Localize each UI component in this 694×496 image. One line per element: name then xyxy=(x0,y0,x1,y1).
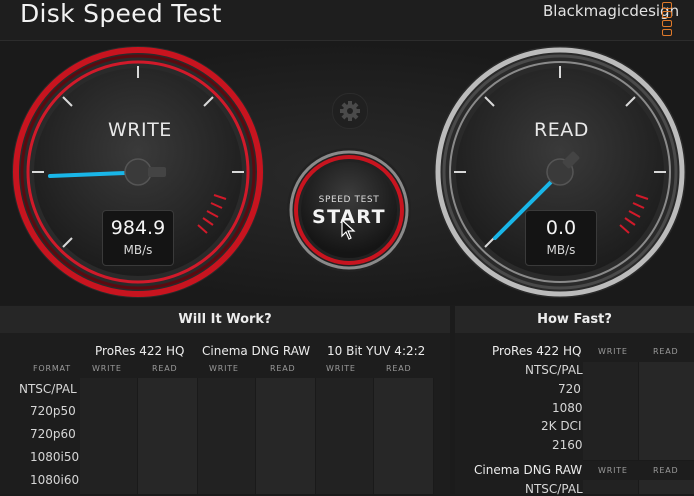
will-it-work-title: Will It Work? xyxy=(0,306,450,333)
start-button[interactable]: SPEED TEST START xyxy=(294,155,404,265)
how-fast-row-label: NTSC/PAL xyxy=(525,363,583,377)
write-gauge-label: WRITE xyxy=(108,119,172,141)
result-cell xyxy=(374,378,434,495)
format-row-label: 720p50 xyxy=(30,404,76,418)
write-column-header: WRITE xyxy=(92,364,122,373)
result-cell xyxy=(198,378,256,495)
how-fast-title: How Fast? xyxy=(455,306,694,333)
read-column-header: READ xyxy=(386,364,412,373)
read-value: 0.0 xyxy=(545,217,577,239)
format-row-label: 720p60 xyxy=(30,427,76,441)
write-unit: MB/s xyxy=(123,243,153,257)
write-readout: 984.9 MB/s xyxy=(102,210,174,266)
result-cell xyxy=(138,378,198,495)
how-fast-codec-cinema-dng: Cinema DNG RAW xyxy=(474,463,583,477)
how-fast-row-label: 1080 xyxy=(552,401,583,415)
will-it-work-panel: Will It Work? ProRes 422 HQ Cinema DNG R… xyxy=(0,306,450,495)
how-fast-panel: How Fast? ProRes 422 HQ WRITE READ NTSC/… xyxy=(455,306,694,496)
result-cell xyxy=(80,378,138,495)
how-fast-row-label: 2K DCI xyxy=(541,419,582,433)
settings-button[interactable] xyxy=(332,93,368,129)
format-column-header: FORMAT xyxy=(33,364,71,373)
how-fast-row-label: 2160 xyxy=(552,438,583,452)
read-column-header: READ xyxy=(653,466,679,475)
write-column-header: WRITE xyxy=(598,466,628,475)
speed-cell xyxy=(639,362,694,461)
write-column-header: WRITE xyxy=(209,364,239,373)
how-fast-row-label: 720 xyxy=(558,382,581,396)
write-value: 984.9 xyxy=(110,217,166,239)
write-column-header: WRITE xyxy=(598,347,628,356)
read-column-header: READ xyxy=(152,364,178,373)
read-gauge-label: READ xyxy=(534,119,589,141)
speed-cell xyxy=(639,480,694,495)
read-column-header: READ xyxy=(270,364,296,373)
speed-cell xyxy=(583,480,639,495)
format-row-label: NTSC/PAL xyxy=(19,382,77,396)
write-column-header: WRITE xyxy=(326,364,356,373)
mouse-cursor-icon xyxy=(341,219,356,240)
read-column-header: READ xyxy=(653,347,679,356)
start-button-sublabel: SPEED TEST xyxy=(318,195,380,205)
codec-header-prores: ProRes 422 HQ xyxy=(95,344,185,358)
codec-header-cinema-dng: Cinema DNG RAW xyxy=(202,344,311,358)
read-unit: MB/s xyxy=(546,243,576,257)
result-cell xyxy=(256,378,316,495)
format-row-label: 1080i60 xyxy=(30,473,80,487)
speed-cell xyxy=(583,362,639,461)
read-readout: 0.0 MB/s xyxy=(525,210,597,266)
codec-header-10bit-yuv: 10 Bit YUV 4:2:2 xyxy=(327,344,426,358)
result-cell xyxy=(316,378,374,495)
how-fast-codec-prores: ProRes 422 HQ xyxy=(492,344,582,358)
gear-icon xyxy=(340,101,360,121)
format-row-label: 1080i50 xyxy=(30,450,80,464)
